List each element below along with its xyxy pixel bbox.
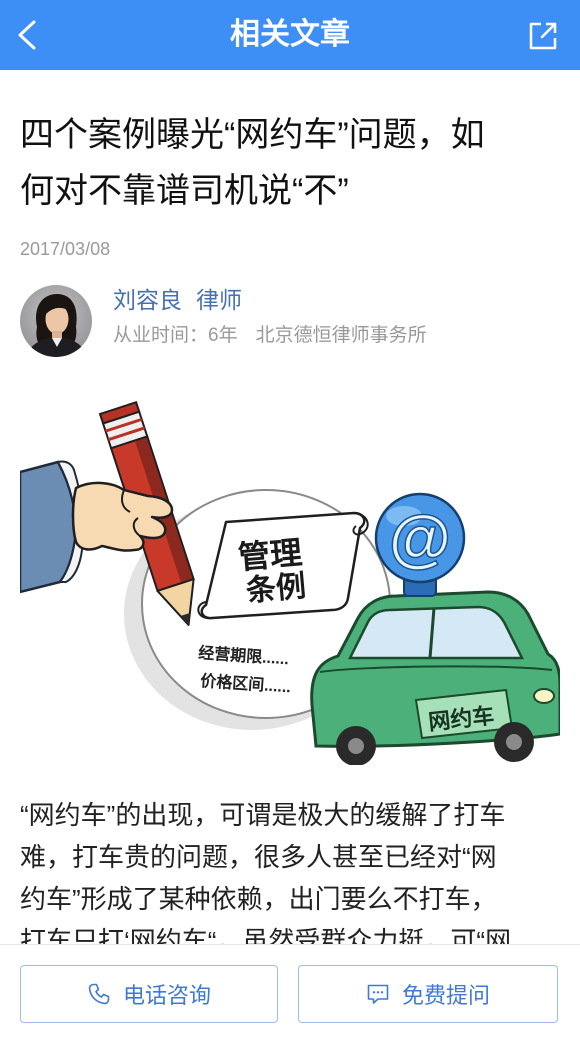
- wheel-hub: [506, 734, 522, 750]
- article-body: “网约车”的出现，可谓是极大的缓解了打车 难，打车贵的问题，很多人甚至已经对“网…: [20, 794, 568, 962]
- scroll-text-line-2: 条例: [245, 570, 308, 608]
- scroll-text-line-1: 管理: [237, 534, 304, 575]
- regulation-scroll: 管理 条例: [197, 511, 369, 620]
- article-title-line: 何对不靠谱司机说“不”: [20, 172, 349, 210]
- author-avatar[interactable]: [20, 285, 92, 357]
- at-sign-badge: @: [374, 492, 466, 597]
- badge-symbol: @: [389, 502, 451, 574]
- author-name-row[interactable]: 刘容良 律师: [113, 284, 242, 316]
- body-line: “网约车”的出现，可谓是极大的缓解了打车: [20, 800, 506, 830]
- author-name: 刘容良: [113, 287, 182, 313]
- phone-icon: [87, 982, 111, 1006]
- car-headlight: [533, 688, 555, 704]
- article-illustration: 管理 条例 经营期限...... 价格区间...... 网约车 @: [20, 400, 560, 765]
- chevron-left-icon: [18, 20, 36, 50]
- author-experience: 从业时间：6年: [113, 325, 238, 346]
- article-title: 四个案例曝光“网约车”问题，如 何对不靠谱司机说“不”: [20, 107, 568, 219]
- wheel-hub: [348, 738, 364, 754]
- back-button[interactable]: [12, 18, 46, 52]
- free-question-label: 免费提问: [401, 983, 490, 1008]
- body-line: 难，打车贵的问题，很多人甚至已经对“网: [20, 842, 497, 872]
- phone-consult-label: 电话咨询: [122, 983, 211, 1008]
- publish-date: 2017/03/08: [20, 239, 111, 259]
- page-title: 相关文章: [230, 18, 350, 51]
- chat-bubble-icon: [366, 982, 390, 1006]
- author-photo: [20, 285, 92, 357]
- share-button[interactable]: [526, 19, 560, 53]
- bottom-action-bar: 电话咨询 免费提问: [0, 944, 580, 1042]
- car-windows: [347, 605, 525, 660]
- share-external-icon: [529, 22, 557, 50]
- author-role: 律师: [196, 287, 242, 313]
- author-meta: 从业时间：6年 北京德恒律师事务所: [113, 322, 427, 350]
- phone-consult-button[interactable]: 电话咨询: [20, 965, 278, 1023]
- author-firm: 北京德恒律师事务所: [255, 325, 427, 346]
- body-line: 约车”形成了某种依赖，出门要么不打车，: [20, 884, 497, 914]
- free-question-button[interactable]: 免费提问: [298, 965, 558, 1023]
- top-nav-bar: 相关文章: [0, 0, 580, 70]
- article-title-line: 四个案例曝光“网约车”问题，如: [20, 116, 485, 154]
- neck: [52, 331, 62, 339]
